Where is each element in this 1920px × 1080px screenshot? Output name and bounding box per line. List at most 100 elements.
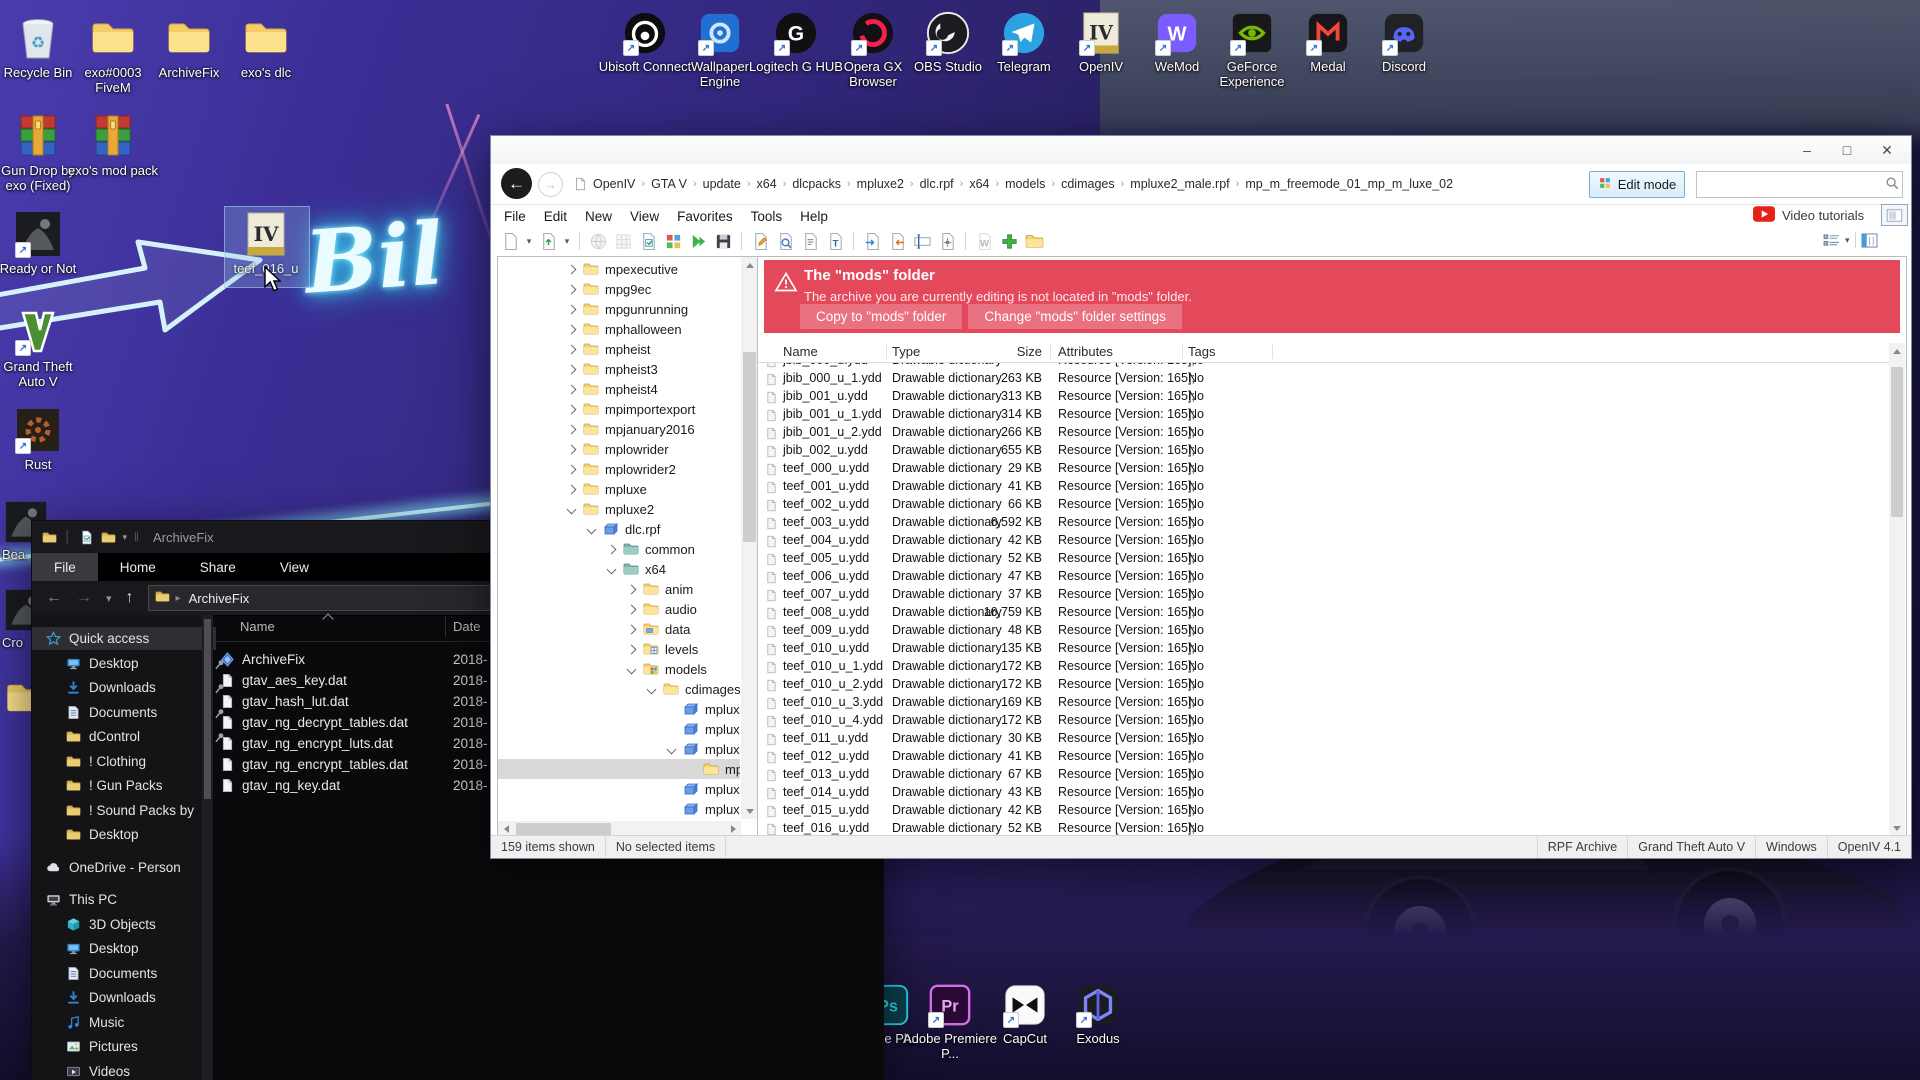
openiv-file-row[interactable]: teef_000_u.yddDrawable dictionary29 KBRe… xyxy=(758,460,1906,478)
menu-new[interactable]: New xyxy=(576,209,621,224)
openiv-file-row[interactable]: teef_012_u.yddDrawable dictionary41 KBRe… xyxy=(758,748,1906,766)
breadcrumb-item-mpluxe2-male-rpf[interactable]: mpluxe2_male.rpf xyxy=(1126,175,1233,193)
openiv-file-row[interactable]: jbib_000_u.yddDrawable dictionaryResourc… xyxy=(758,363,1906,370)
recent-locations-icon[interactable]: ▾ xyxy=(106,592,112,605)
toolbar-edit-doc-icon[interactable] xyxy=(749,230,771,252)
toolbar-export-icon[interactable] xyxy=(886,230,908,252)
openiv-file-row[interactable]: teef_007_u.yddDrawable dictionary37 KBRe… xyxy=(758,586,1906,604)
tree-item-mpheist[interactable]: mpheist xyxy=(498,339,740,359)
openiv-file-row[interactable]: teef_008_u.yddDrawable dictionary16,759 … xyxy=(758,604,1906,622)
openiv-file-row[interactable]: teef_010_u.yddDrawable dictionary135 KBR… xyxy=(758,640,1906,658)
openiv-file-row[interactable]: teef_010_u_2.yddDrawable dictionary172 K… xyxy=(758,676,1906,694)
minimize-button[interactable]: – xyxy=(1787,138,1827,162)
tree-item-cdimages[interactable]: cdimages xyxy=(498,679,740,699)
sidebar-item-quick-access[interactable]: Quick access xyxy=(32,627,216,650)
desktop-icon-exodus[interactable]: ↗Exodus xyxy=(1050,982,1146,1046)
openiv-file-row[interactable]: jbib_001_u.yddDrawable dictionary313 KBR… xyxy=(758,388,1906,406)
column-header-name[interactable]: Name xyxy=(240,619,275,634)
column-header-size[interactable]: Size xyxy=(962,344,1042,359)
openiv-file-row[interactable]: teef_010_u_1.yddDrawable dictionary172 K… xyxy=(758,658,1906,676)
tree-item-mpimportexport[interactable]: mpimportexport xyxy=(498,399,740,419)
column-header-tags[interactable]: Tags xyxy=(1188,344,1215,359)
toolbar-save-icon[interactable] xyxy=(712,230,734,252)
ribbon-tab-view[interactable]: View xyxy=(258,553,331,581)
video-tutorials-link[interactable]: Video tutorials xyxy=(1753,205,1864,225)
tree-item-mpluxe[interactable]: mpluxe xyxy=(498,739,740,759)
tree-item-mpluxe[interactable]: mpluxe xyxy=(498,719,740,739)
breadcrumb-item-x64[interactable]: x64 xyxy=(753,175,781,193)
toolbar-check-doc-icon[interactable] xyxy=(637,230,659,252)
list-view-icon[interactable] xyxy=(1823,233,1840,248)
breadcrumb-item-openiv[interactable]: OpenIV xyxy=(589,175,639,193)
toolbar-props-icon[interactable] xyxy=(936,230,958,252)
openiv-file-row[interactable]: teef_010_u_4.yddDrawable dictionary172 K… xyxy=(758,712,1906,730)
column-header-attributes[interactable]: Attributes xyxy=(1058,344,1113,359)
openiv-file-row[interactable]: teef_005_u.yddDrawable dictionary52 KBRe… xyxy=(758,550,1906,568)
ribbon-tab-home[interactable]: Home xyxy=(98,553,178,581)
openiv-file-row[interactable]: jbib_001_u_1.yddDrawable dictionary314 K… xyxy=(758,406,1906,424)
toolbar-tiles-icon[interactable] xyxy=(662,230,684,252)
tree-item-mpluxe[interactable]: mpluxe xyxy=(498,479,740,499)
tree-item-mpluxe[interactable]: mpluxe xyxy=(498,799,740,819)
tree-item-x64[interactable]: x64 xyxy=(498,559,740,579)
close-button[interactable]: ✕ xyxy=(1867,138,1907,162)
panel-toggle-button[interactable] xyxy=(1881,204,1908,226)
ribbon-tab-share[interactable]: Share xyxy=(178,553,258,581)
openiv-file-row[interactable]: teef_002_u.yddDrawable dictionary66 KBRe… xyxy=(758,496,1906,514)
change-mods-folder-settings-button[interactable]: Change "mods" folder settings xyxy=(968,304,1181,329)
toolbar-grid-icon[interactable] xyxy=(612,230,634,252)
search-box[interactable] xyxy=(1696,171,1903,198)
breadcrumb-item-x64[interactable]: x64 xyxy=(965,175,993,193)
toolbar-text-doc-icon[interactable] xyxy=(799,230,821,252)
tree-item-dlc-rpf[interactable]: dlc.rpf xyxy=(498,519,740,539)
menu-edit[interactable]: Edit xyxy=(535,209,576,224)
explorer-sidebar-scrollbar[interactable] xyxy=(202,615,213,1080)
menu-file[interactable]: File xyxy=(495,209,535,224)
breadcrumb-item-dlc-rpf[interactable]: dlc.rpf xyxy=(916,175,958,193)
forward-icon[interactable]: → xyxy=(76,589,92,607)
breadcrumb-item-mpluxe2[interactable]: mpluxe2 xyxy=(853,175,908,193)
toolbar-rename-icon[interactable] xyxy=(911,230,933,252)
menu-view[interactable]: View xyxy=(621,209,668,224)
dropdown-caret-icon[interactable]: ▾ xyxy=(562,230,572,252)
tree-item-mplowrider[interactable]: mplowrider xyxy=(498,439,740,459)
sidebar-item-this-pc[interactable]: This PC xyxy=(32,888,216,911)
search-input[interactable] xyxy=(1697,172,1885,197)
menu-tools[interactable]: Tools xyxy=(742,209,792,224)
toolbar-globe-icon[interactable] xyxy=(587,230,609,252)
openiv-file-row[interactable]: teef_011_u.yddDrawable dictionary30 KBRe… xyxy=(758,730,1906,748)
tree-item-anim[interactable]: anim xyxy=(498,579,740,599)
qat-customize-icon[interactable]: ▾ xyxy=(123,532,128,543)
tree-item-mpluxe[interactable]: mpluxe xyxy=(498,699,740,719)
openiv-file-row[interactable]: teef_014_u.yddDrawable dictionary43 KBRe… xyxy=(758,784,1906,802)
column-header-name[interactable]: Name xyxy=(783,344,818,359)
openiv-file-row[interactable]: jbib_000_u_1.yddDrawable dictionary263 K… xyxy=(758,370,1906,388)
openiv-file-row[interactable]: teef_004_u.yddDrawable dictionary42 KBRe… xyxy=(758,532,1906,550)
openiv-file-row[interactable]: teef_013_u.yddDrawable dictionary67 KBRe… xyxy=(758,766,1906,784)
breadcrumb-item-dlcpacks[interactable]: dlcpacks xyxy=(788,175,845,193)
toolbar-import-icon[interactable] xyxy=(861,230,883,252)
toolbar-font-doc-icon[interactable]: T xyxy=(824,230,846,252)
copy-to-mods-folder-button[interactable]: Copy to "mods" folder xyxy=(800,304,962,329)
toolbar-word-icon[interactable]: W xyxy=(973,230,995,252)
maximize-button[interactable]: □ xyxy=(1827,138,1867,162)
dropdown-caret-icon[interactable]: ▾ xyxy=(524,230,534,252)
toolbar-new-doc-icon[interactable] xyxy=(499,230,521,252)
toolbar-folder-mini-icon[interactable] xyxy=(1023,230,1045,252)
openiv-file-row[interactable]: teef_006_u.yddDrawable dictionary47 KBRe… xyxy=(758,568,1906,586)
desktop-icon-exos-dlc[interactable]: exo's dlc xyxy=(218,14,314,80)
toolbar-open-doc-icon[interactable] xyxy=(537,230,559,252)
sidebar-item-onedrive-person[interactable]: OneDrive - Person xyxy=(32,856,216,879)
tree-item-mp[interactable]: mp xyxy=(498,759,740,779)
desktop-icon-discord[interactable]: ↗Discord xyxy=(1356,10,1452,74)
toolbar-play-green-icon[interactable] xyxy=(687,230,709,252)
back-button[interactable]: ← xyxy=(501,168,532,199)
breadcrumb-item-models[interactable]: models xyxy=(1001,175,1049,193)
tree-item-data[interactable]: data xyxy=(498,619,740,639)
openiv-file-row[interactable]: teef_001_u.yddDrawable dictionary41 KBRe… xyxy=(758,478,1906,496)
openiv-file-row[interactable]: jbib_002_u.yddDrawable dictionary655 KBR… xyxy=(758,442,1906,460)
openiv-titlebar[interactable]: – □ ✕ xyxy=(491,136,1911,164)
toolbar-add-green-icon[interactable] xyxy=(998,230,1020,252)
tree-item-levels[interactable]: levels xyxy=(498,639,740,659)
tree-item-mpexecutive[interactable]: mpexecutive xyxy=(498,259,740,279)
